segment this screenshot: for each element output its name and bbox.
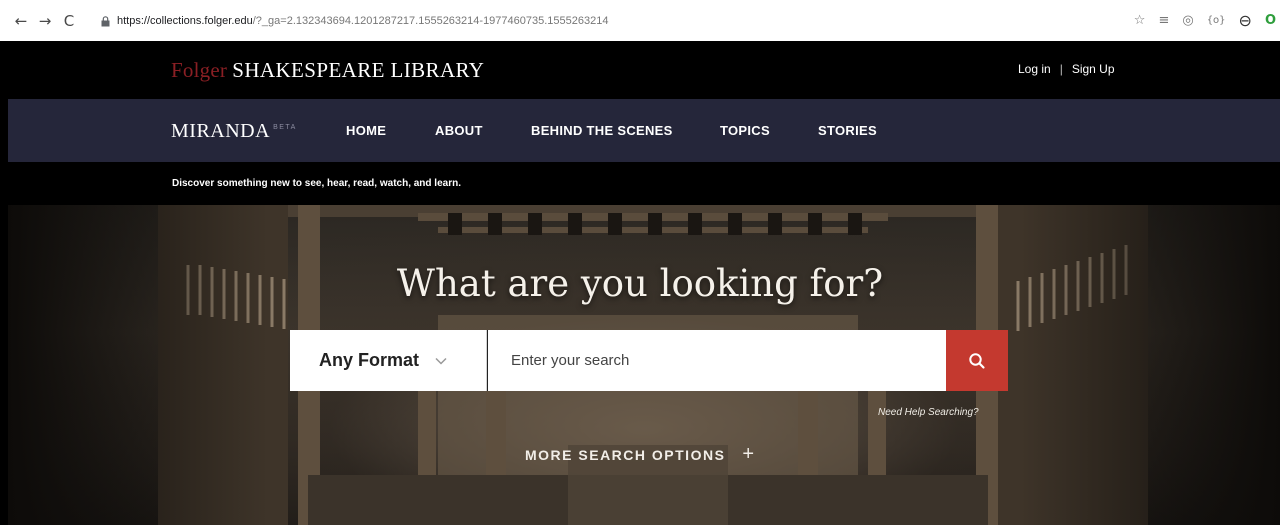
site-header: Folger SHAKESPEARE LIBRARY Log in | Sign…: [8, 41, 1280, 99]
logo-folger-text: Folger: [171, 58, 228, 82]
format-dropdown[interactable]: Any Format: [290, 330, 487, 391]
search-button[interactable]: [946, 330, 1008, 391]
address-bar[interactable]: https://collections.folger.edu/?_ga=2.13…: [93, 10, 1183, 32]
extension-icon[interactable]: ≡: [1158, 13, 1169, 28]
lock-icon: [101, 15, 110, 26]
auth-links: Log in | Sign Up: [1018, 62, 1115, 76]
auth-separator: |: [1059, 62, 1063, 76]
search-bar: Any Format: [290, 330, 1008, 391]
nav-stories[interactable]: STORIES: [818, 123, 877, 138]
forward-arrow-icon[interactable]: →: [36, 12, 54, 30]
signup-link[interactable]: Sign Up: [1072, 62, 1115, 76]
green-extension-icon[interactable]: O: [1265, 13, 1276, 28]
browser-toolbar: ← → C https://collections.folger.edu/?_g…: [0, 0, 1280, 41]
nav-behind-the-scenes[interactable]: BEHIND THE SCENES: [531, 123, 673, 138]
back-arrow-icon[interactable]: ←: [12, 12, 30, 30]
format-value: Any Format: [319, 350, 420, 370]
search-help-link[interactable]: Need Help Searching?: [878, 407, 979, 418]
url-query: /?_ga=2.132343694.1201287217.1555263214-…: [252, 15, 609, 27]
beta-badge: BETA: [273, 124, 297, 132]
main-navigation: MIRANDA BETA HOME ABOUT BEHIND THE SCENES…: [8, 99, 1280, 162]
nav-topics[interactable]: TOPICS: [720, 123, 770, 138]
miranda-brand[interactable]: MIRANDA BETA: [171, 120, 297, 143]
plus-icon: +: [742, 443, 755, 465]
more-options-label: MORE SEARCH OPTIONS: [525, 446, 726, 463]
login-link[interactable]: Log in: [1018, 62, 1051, 76]
hero-title: What are you looking for?: [396, 262, 884, 305]
eye-extension-icon[interactable]: ◎: [1182, 13, 1193, 28]
tagline-text: Discover something new to see, hear, rea…: [172, 178, 461, 189]
reload-icon[interactable]: C: [60, 12, 78, 30]
nav-about[interactable]: ABOUT: [435, 123, 483, 138]
star-icon[interactable]: ☆: [1134, 13, 1146, 28]
tagline-bar: Discover something new to see, hear, rea…: [8, 162, 1280, 205]
account-icon[interactable]: ⊖: [1239, 11, 1252, 30]
search-input[interactable]: [487, 330, 946, 391]
chevron-down-icon: [435, 357, 447, 365]
logo-library-text: SHAKESPEARE LIBRARY: [232, 58, 485, 82]
url-host: https://collections.folger.edu: [117, 15, 253, 27]
nav-home[interactable]: HOME: [346, 123, 386, 138]
more-search-options-button[interactable]: MORE SEARCH OPTIONS +: [525, 443, 754, 466]
folger-logo[interactable]: Folger SHAKESPEARE LIBRARY: [171, 58, 484, 83]
search-icon: [969, 352, 985, 369]
brand-name: MIRANDA: [171, 120, 271, 142]
code-extension-icon[interactable]: {o}: [1207, 15, 1226, 26]
